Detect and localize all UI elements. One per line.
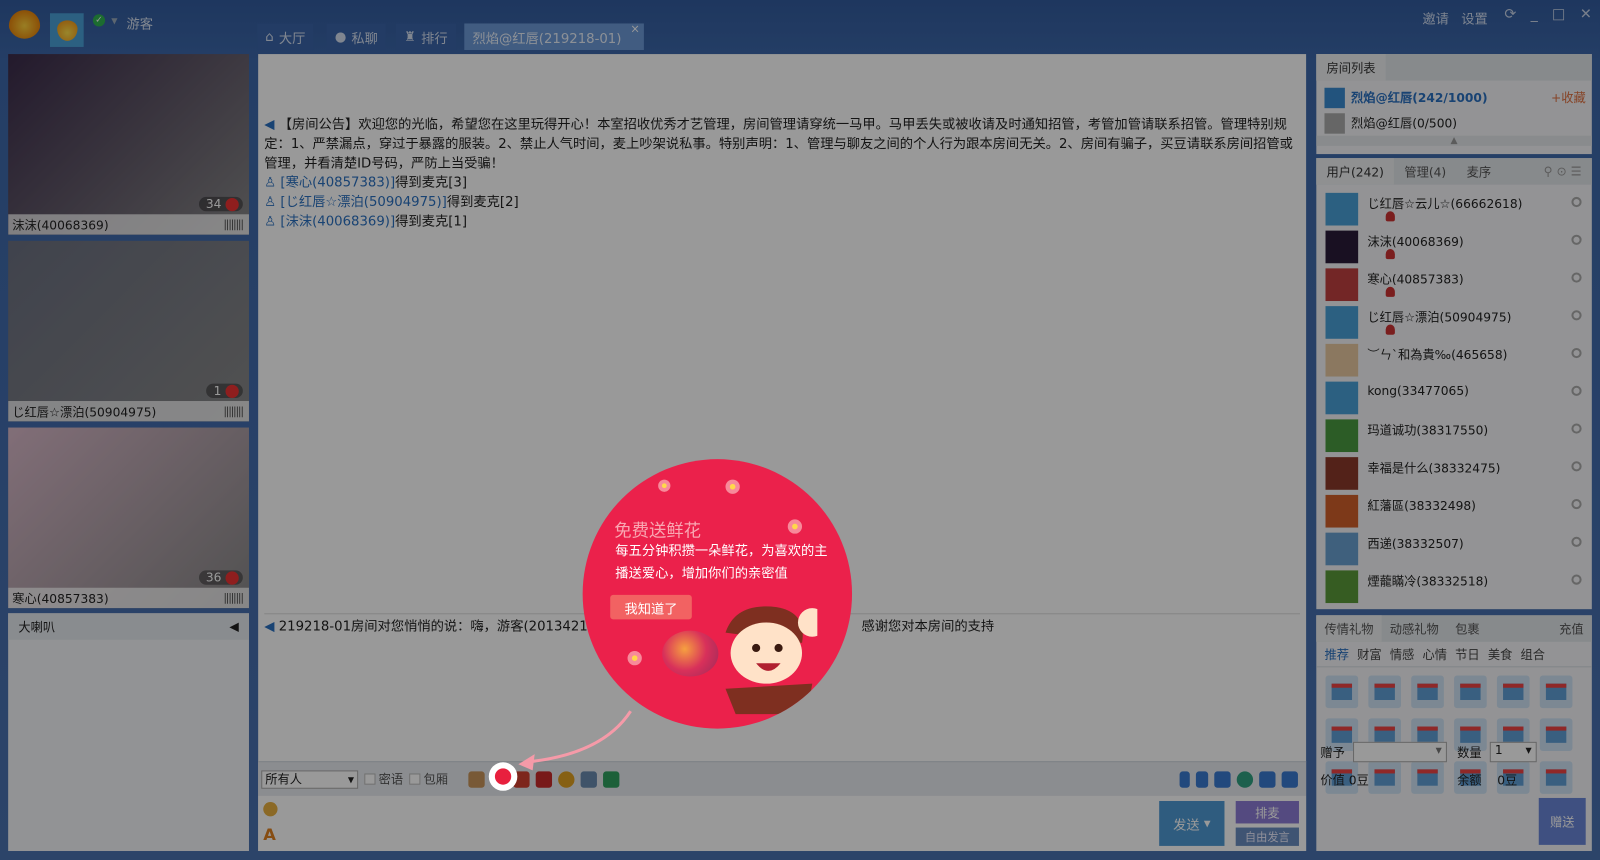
got-it-button[interactable]: 我知道了 xyxy=(610,594,692,620)
app-window: ✓ ▼ 游客 ⌂ 大厅 ● 私聊 ♜ 排行 烈焰@红唇(219218-01) × 邀请设… xyxy=(0,0,1600,860)
boy-illustration xyxy=(725,606,818,715)
flower-decoration xyxy=(658,479,671,492)
flower-decoration xyxy=(725,479,740,494)
flower-icon xyxy=(494,768,512,785)
free-flower-popup: 免费送鲜花 每五分钟积攒一朵鲜花，为喜欢的主播送爱心，增加你们的亲密值 我知道了 xyxy=(582,459,853,729)
modal-overlay xyxy=(0,0,1600,860)
flower-decoration xyxy=(787,519,803,534)
flower-decoration xyxy=(627,651,642,666)
bouquet-illustration xyxy=(662,630,719,677)
pointer-arrow xyxy=(518,710,632,771)
flower-gift-highlight[interactable] xyxy=(488,762,518,791)
popup-description: 每五分钟积攒一朵鲜花，为喜欢的主播送爱心，增加你们的亲密值 xyxy=(615,543,828,582)
popup-title: 免费送鲜花 xyxy=(614,521,702,542)
